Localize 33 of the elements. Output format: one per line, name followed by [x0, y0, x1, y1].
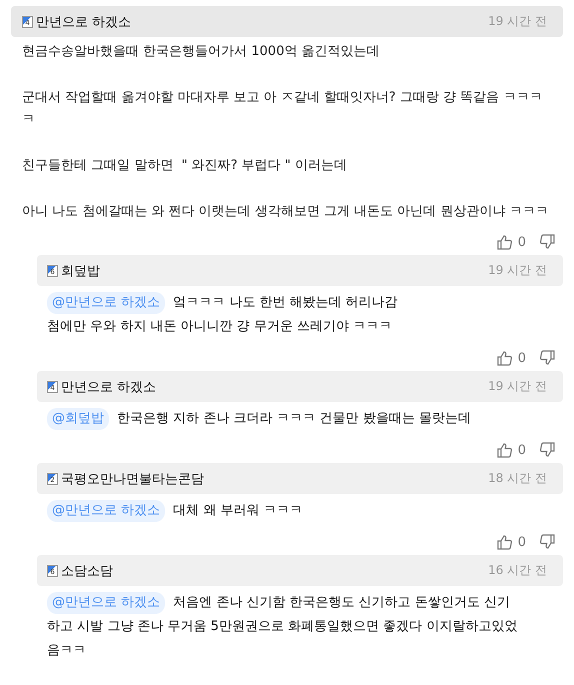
thumbs-up-icon[interactable] — [496, 234, 512, 250]
author-name[interactable]: 만년으로 하겠소 — [36, 12, 132, 30]
author-name[interactable]: 만년으로 하겠소 — [61, 378, 156, 396]
comment-text: 군대서 작업할때 옮겨야할 마대자루 보고 아 ㅈ같네 할때잇자너? 그때랑 걍 똑같음 ㅋㅋㅋㅋ — [22, 89, 544, 129]
author-name[interactable]: 국평오만나면불타는콘담 — [61, 470, 204, 488]
thumbs-up-icon[interactable] — [496, 442, 512, 458]
timestamp: 18 시간 전 — [488, 470, 547, 487]
thumbs-down-icon[interactable] — [540, 350, 556, 366]
comment-text: 아니 나도 첨에갈때는 와 쩐다 이랫는데 생각해보면 그게 내돈도 아닌데 뭔상관이냐 ㅋㅋㅋ — [22, 203, 550, 221]
reply-text: 엌ㅋㅋㅋ 나도 한번 해봤는데 허리나감 — [173, 294, 398, 312]
reply-text: 하고 시발 그냥 존나 무거움 5만원권으로 화폐통일했으면 좋겠다 이지랄하고있었 — [47, 618, 518, 636]
thumbs-down-icon[interactable] — [540, 234, 556, 250]
timestamp: 16 시간 전 — [488, 562, 547, 579]
like-count: 0 — [518, 350, 526, 366]
author-name[interactable]: 회덮밥 — [61, 262, 100, 280]
reply-text: 한국은행 지하 존나 크더라 ㅋㅋㅋ 건물만 봤을때는 몰랏는데 — [117, 410, 471, 428]
timestamp: 19 시간 전 — [488, 13, 547, 30]
thumbs-up-icon[interactable] — [496, 534, 512, 550]
comment-text: 친구들한테 그때일 말하면 " 와진짜? 부럽다 " 이러는데 — [22, 157, 348, 175]
reply-text: 처음엔 존나 신기함 한국은행도 신기하고 돈쌓인거도 신기 — [173, 594, 510, 612]
thumbs-up-icon[interactable] — [496, 350, 512, 366]
comment-text: 현금수송알바했을때 한국은행들어가서 1000억 옮긴적있는데 — [22, 43, 380, 61]
thumbs-down-icon[interactable] — [540, 534, 556, 550]
reply-text: 음ㅋㅋ — [47, 642, 86, 660]
thumbs-down-icon[interactable] — [540, 442, 556, 458]
timestamp: 19 시간 전 — [488, 262, 547, 279]
like-count: 0 — [518, 442, 526, 458]
like-count: 0 — [518, 234, 526, 250]
reply-text: 대체 왜 부러워 ㅋㅋㅋ — [173, 502, 303, 520]
reply-text: 첨에만 우와 하지 내돈 아니니깐 걍 무거운 쓰레기야 ㅋㅋㅋ — [47, 318, 392, 336]
author-name[interactable]: 소담소담 — [61, 562, 113, 580]
like-count: 0 — [518, 534, 526, 550]
timestamp: 19 시간 전 — [488, 378, 547, 395]
